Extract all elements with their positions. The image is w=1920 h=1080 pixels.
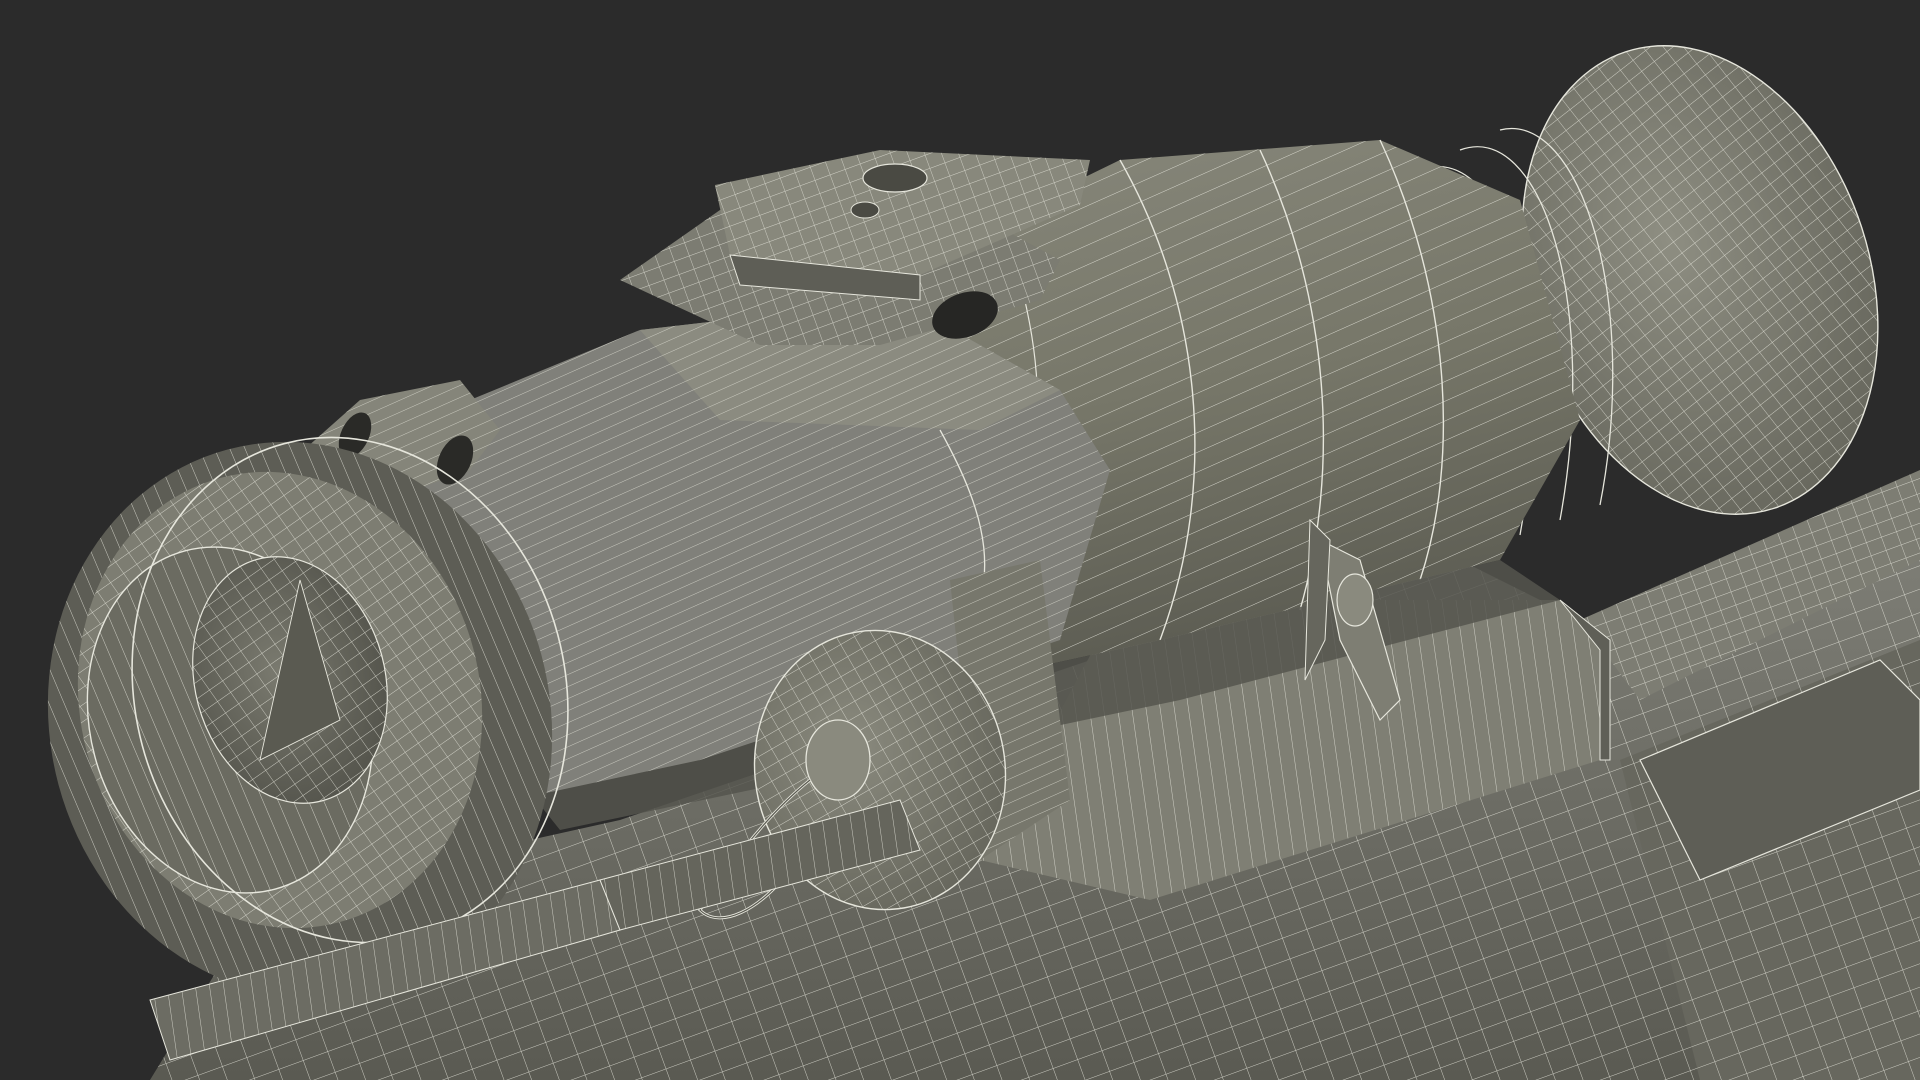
lever-knob — [1336, 573, 1374, 627]
wireframe-render — [0, 0, 1920, 1080]
mount-screw-hole — [862, 163, 928, 193]
knob-cap — [805, 719, 871, 801]
mount-screw-hole — [850, 201, 880, 219]
render-viewport — [0, 0, 1920, 1080]
